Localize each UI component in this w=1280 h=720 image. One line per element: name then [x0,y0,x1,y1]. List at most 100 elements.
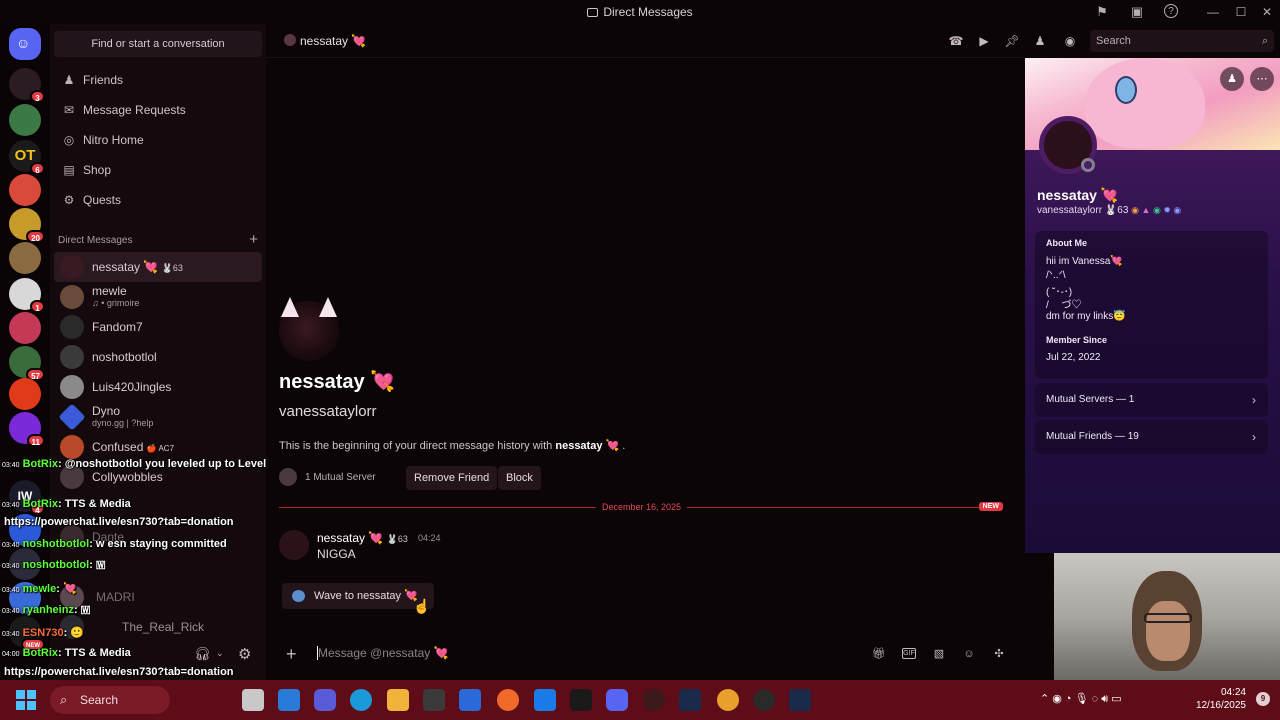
dm-status: ♫ • grimoire [92,298,140,308]
unread-badge: 20 [26,230,45,243]
wave-button[interactable]: Wave to nessatay 💘 [282,583,434,609]
find-conversation-input[interactable]: Find or start a conversation [54,31,262,57]
server-icon[interactable]: OT 6 [9,140,45,175]
banner-artwork [1085,58,1205,148]
chrome-app-icon[interactable] [717,689,739,711]
banner-artwork-eye [1115,76,1137,104]
obs-app-icon[interactable] [643,689,665,711]
notion-app-icon[interactable] [570,689,592,711]
close-window-button[interactable]: ✕ [1255,3,1279,21]
voice-call-icon[interactable]: ☎ [948,33,964,49]
message-author[interactable]: nessatay 💘 🐰63 [317,531,408,545]
remove-friend-button[interactable]: Remove Friend [406,466,498,490]
inbox-tray-icon[interactable]: ▣ [1129,4,1145,20]
overlay-chat-line: 03:40 mewle: 💘 [2,582,77,595]
create-dm-button[interactable]: + [249,231,258,248]
mutual-friends-row[interactable]: Mutual Friends — 19 › [1035,420,1268,454]
folder-app-icon[interactable] [387,689,409,711]
flag-icon[interactable]: ⚑ [1094,4,1110,20]
home-button[interactable]: ☺ [9,28,41,60]
message-input[interactable]: Message @nessatay 💘 [317,646,449,660]
search-placeholder: Search [1096,35,1131,47]
nav-message-requests[interactable]: ✉ Message Requests [54,96,262,124]
sticker-icon[interactable]: ▧ [932,647,946,661]
dm-name: Fandom7 [92,320,143,334]
edge-app-icon[interactable] [350,689,372,711]
gift-icon[interactable]: 🎁︎ [872,647,886,661]
profile-avatar[interactable] [1039,116,1097,174]
server-icon[interactable]: 1 [9,278,45,313]
search-input[interactable]: Search ⌕ [1090,30,1274,52]
attach-plus-icon[interactable]: + [286,644,297,665]
dm-item-dyno[interactable]: Dyno dyno.gg | ?help [54,402,262,432]
settings-gear-icon[interactable]: ⚙ [238,645,251,663]
server-icon[interactable] [9,312,41,344]
mutual-servers-row[interactable]: Mutual Servers — 1 › [1035,383,1268,417]
overlay-nick: mewle [22,583,57,595]
message-composer: + Message @nessatay 💘 🎁︎ GIF ▧ ☺ ✣ [266,638,1025,680]
chevron-down-icon[interactable]: ⌄ [216,648,224,659]
nav-nitro-home[interactable]: ◎ Nitro Home [54,126,262,154]
dm-item-nessatay[interactable]: nessatay 💘 🐰63 [54,252,262,282]
chat-area: nessatay 💘 vanessataylorr This is the be… [266,58,1025,638]
notification-badge-icon[interactable]: 9 [1256,692,1270,706]
app-icon[interactable] [789,689,811,711]
minimize-button[interactable]: — [1201,3,1225,21]
nav-friends[interactable]: ♟ Friends [54,66,262,94]
mail-app-icon[interactable] [459,689,481,711]
dropbox-app-icon[interactable] [534,689,556,711]
more-options-icon[interactable]: ⋯ [1250,67,1274,91]
steam-app-icon[interactable] [679,689,701,711]
mutual-server-label: 1 Mutual Server [305,472,376,483]
nav-quests[interactable]: ⚙ Quests [54,186,262,214]
discord-app-icon[interactable] [606,689,628,711]
server-icon[interactable] [9,104,41,136]
emoji-icon[interactable]: ☺ [962,647,976,661]
server-icon[interactable]: 57 [9,346,45,381]
logo-tile [27,690,36,699]
firefox-app-icon[interactable] [497,689,519,711]
help-icon[interactable]: ? [1164,4,1178,18]
taskbar-clock[interactable]: 04:24 12/16/2025 [1196,686,1246,712]
search-icon: ⌕ [1261,35,1268,47]
guild-tag: 🐰63 [1104,205,1129,216]
video-call-icon[interactable]: ▶ [976,33,992,49]
dm-item-fandom7[interactable]: Fandom7 [54,312,262,342]
dm-item-mewle[interactable]: mewle ♫ • grimoire [54,282,262,312]
server-icon[interactable] [9,242,41,274]
server-icon[interactable]: 3 [9,68,45,103]
overlay-time: 03:40 [2,502,20,509]
store-app-icon[interactable] [423,689,445,711]
server-icon[interactable]: 20 [9,208,45,243]
dm-name: mewle [92,284,127,298]
overlay-time: 03:40 [2,608,20,615]
server-icon[interactable] [9,174,41,206]
app-icon[interactable] [753,689,775,711]
dm-name-text: Confused [92,440,144,454]
headphones-icon[interactable]: 🎧︎ [194,646,211,662]
system-tray[interactable]: ⌃ ◉ ◔ 🎙︎ ◌ 🔊︎ ▭ [1040,692,1122,706]
nav-shop[interactable]: ▤ Shop [54,156,262,184]
overlay-text: : 🇼 [73,604,91,616]
pinned-messages-icon[interactable]: 📌︎ [1004,33,1020,49]
apps-icon[interactable]: ✣ [992,647,1006,661]
mutual-server-link[interactable]: 1 Mutual Server [279,468,376,488]
windows-start-icon[interactable] [16,690,36,710]
add-friend-icon[interactable]: ♟ [1220,67,1244,91]
block-button[interactable]: Block [498,466,541,490]
maximize-button[interactable]: ☐ [1229,3,1253,21]
server-icon[interactable]: 11 [9,412,45,447]
dm-item-noshotbotlol[interactable]: noshotbotlol [54,342,262,372]
gif-icon[interactable]: GIF [902,648,916,659]
dm-name: Dyno [92,404,121,418]
message-avatar[interactable] [279,530,309,560]
file-explorer-app-icon[interactable] [242,689,264,711]
taskbar-search[interactable]: ⌕ Search [50,686,170,714]
add-friends-to-dm-icon[interactable]: ♟ [1032,33,1048,49]
server-icon[interactable] [9,378,41,410]
profile-avatar-large [279,297,339,361]
user-profile-icon[interactable]: ◉ [1062,33,1078,49]
dm-item-luis420jingles[interactable]: Luis420Jingles [54,372,262,402]
teams-app-icon[interactable] [314,689,336,711]
widgets-app-icon[interactable] [278,689,300,711]
